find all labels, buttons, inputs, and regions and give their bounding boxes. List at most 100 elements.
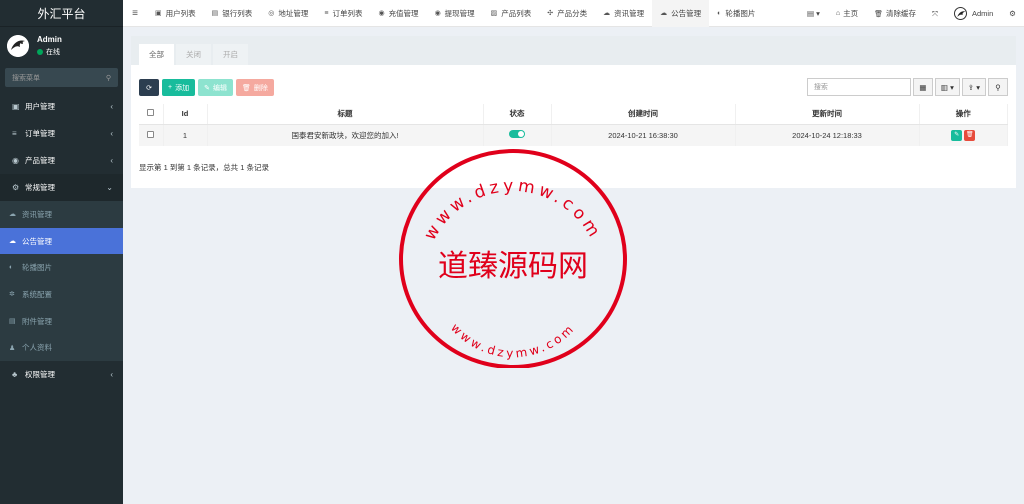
avatar <box>7 35 29 57</box>
add-button[interactable]: + 添加 <box>162 79 196 96</box>
sidebar-item-config[interactable]: ✲ 系统配置 <box>0 281 123 308</box>
tab-label: 资讯管理 <box>614 8 645 18</box>
person-icon: ♟ <box>9 344 16 352</box>
edit-button[interactable]: ✎ 编辑 <box>198 79 233 96</box>
delete-label: 删除 <box>253 84 268 92</box>
columns-button[interactable]: ▥ ▾ <box>934 78 960 96</box>
delete-button[interactable]: 🗑 删除 <box>235 79 274 96</box>
filter-tabs: 全部 关闭 开启 <box>131 36 1016 65</box>
sidebar-item-products[interactable]: ◉ 产品管理 ‹ <box>0 147 123 174</box>
sidebar-item-news[interactable]: ☁ 资讯管理 <box>0 201 123 228</box>
file-icon: ▤ <box>9 318 16 326</box>
sidebar-item-general[interactable]: ⚙ 常规管理 ⌄ <box>0 174 123 201</box>
stamp-bottom-arc-text: www.dzymw.com <box>448 321 578 361</box>
user-status-label: 在线 <box>46 49 60 56</box>
bank-icon: ▤ <box>211 10 219 17</box>
header-created[interactable]: 创建时间 <box>551 104 736 125</box>
header-status[interactable]: 状态 <box>483 104 552 125</box>
admin-menu[interactable]: Admin <box>946 0 1001 27</box>
tab-news[interactable]: ☁ 资讯管理 <box>595 0 652 27</box>
tab-label: 产品分类 <box>557 8 588 18</box>
select-all-checkbox[interactable] <box>147 109 155 117</box>
tab-withdraw[interactable]: ◉ 提现管理 <box>427 0 483 27</box>
add-label: 添加 <box>175 84 190 92</box>
search-icon[interactable]: ⚲ <box>106 74 111 82</box>
cell-status <box>483 124 552 146</box>
product-icon: ◉ <box>12 156 19 165</box>
list-icon: ≡ <box>12 129 17 138</box>
tab-all[interactable]: 全部 <box>139 44 174 65</box>
sidebar-item-label: 轮播图片 <box>22 263 52 273</box>
admin-label: Admin <box>972 9 994 18</box>
tab-announcements[interactable]: ☁ 公告管理 <box>652 0 710 27</box>
settings-icon[interactable]: ⚙ <box>1001 0 1024 27</box>
toolbar: ⟳ + 添加 ✎ 编辑 🗑 删除 <box>139 79 277 96</box>
cloud-upload-icon: ☁ <box>660 10 668 17</box>
cloud-upload-icon: ☁ <box>9 238 16 246</box>
tabs-menu-dropdown[interactable]: ▤ ▾ <box>799 0 828 27</box>
sidebar-item-carousel[interactable]: ◐ 轮播图片 <box>0 254 123 281</box>
tab-product-category[interactable]: ✣ 产品分类 <box>539 0 595 27</box>
trash-icon: 🗑 <box>241 84 251 92</box>
menu-toggle-icon[interactable]: ≡ <box>123 8 147 19</box>
tab-user-list[interactable]: ▣ 用户列表 <box>147 0 204 27</box>
refresh-button[interactable]: ⟳ <box>139 79 159 96</box>
toggle-view-button[interactable]: ▦ <box>912 78 933 96</box>
status-toggle[interactable] <box>509 130 525 139</box>
row-select[interactable] <box>139 124 164 146</box>
tab-bank-list[interactable]: ▤ 银行列表 <box>204 0 261 27</box>
tab-recharge[interactable]: ◉ 充值管理 <box>370 0 426 27</box>
chevron-left-icon: ‹ <box>110 156 113 165</box>
brand-title[interactable]: 外汇平台 <box>0 0 123 27</box>
row-delete-button[interactable]: 🗑 <box>964 130 976 142</box>
sidebar-item-label: 用户管理 <box>25 102 55 111</box>
table-row[interactable]: 1 国泰君安新政块，欢迎您的加入! 2024-10-21 16:38:30 20… <box>139 124 1008 146</box>
row-checkbox[interactable] <box>147 130 155 138</box>
header-id[interactable]: Id <box>163 104 208 125</box>
home-icon: ⌂ <box>835 10 841 17</box>
user-panel: Admin 在线 <box>0 27 123 65</box>
fullscreen-icon[interactable]: ⤧ <box>924 0 946 27</box>
row-edit-button[interactable]: ✎ <box>951 130 963 142</box>
tab-closed[interactable]: 关闭 <box>176 44 211 65</box>
home-link[interactable]: ⌂ 主页 <box>828 0 866 27</box>
clear-cache-label: 清除缓存 <box>886 9 916 18</box>
header-title[interactable]: 标题 <box>207 104 484 125</box>
tab-label: 提现管理 <box>444 8 475 18</box>
gear-icon: ✲ <box>9 291 15 299</box>
cell-title: 国泰君安新政块，欢迎您的加入! <box>207 124 484 146</box>
tab-order-list[interactable]: ≡ 订单列表 <box>316 0 370 27</box>
product-icon: ▨ <box>490 10 498 17</box>
cloud-icon: ☁ <box>603 10 611 17</box>
tab-product-list[interactable]: ▨ 产品列表 <box>483 0 540 27</box>
sidebar-item-profile[interactable]: ♟ 个人资料 <box>0 334 123 361</box>
chevron-down-icon: ⌄ <box>106 183 113 192</box>
user-status: 在线 <box>37 47 62 57</box>
advanced-search-button[interactable]: ⚲ <box>988 78 1008 96</box>
columns-icon: ▥ ▾ <box>940 82 954 92</box>
header-updated[interactable]: 更新时间 <box>735 104 920 125</box>
sidebar-item-label: 资讯管理 <box>22 209 52 219</box>
clear-cache-button[interactable]: 🗑 清除缓存 <box>866 0 924 27</box>
sidebar-item-users[interactable]: ▣ 用户管理 ‹ <box>0 93 123 120</box>
tab-label: 充值管理 <box>388 8 419 18</box>
table-header-row: Id 标题 状态 创建时间 更新时间 操作 <box>139 104 1008 125</box>
tab-open[interactable]: 开启 <box>213 44 248 65</box>
tab-address[interactable]: ◎ 地址管理 <box>260 0 316 27</box>
table-search-input[interactable]: 搜索 <box>806 78 911 96</box>
sidebar-item-announcements[interactable]: ☁ 公告管理 <box>0 227 123 255</box>
refresh-icon: ⟳ <box>146 84 152 92</box>
select-all-header[interactable] <box>139 104 164 125</box>
sidebar-item-permissions[interactable]: ♣ 权限管理 ‹ <box>0 361 123 388</box>
export-button[interactable]: ⇪ ▾ <box>961 78 986 96</box>
search-icon: ⚲ <box>995 82 1001 92</box>
sidebar-item-label: 产品管理 <box>25 156 55 165</box>
sidebar-item-attachments[interactable]: ▤ 附件管理 <box>0 308 123 335</box>
tab-carousel[interactable]: ◐ 轮播图片 <box>709 0 763 27</box>
sidebar-item-orders[interactable]: ≡ 订单管理 ‹ <box>0 120 123 147</box>
announcement-table: Id 标题 状态 创建时间 更新时间 操作 1 国泰君安新政块，欢迎您的加入! … <box>139 104 1008 146</box>
sidebar-search-input[interactable]: 搜索菜单 ⚲ <box>5 68 118 87</box>
chevron-left-icon: ‹ <box>110 129 113 138</box>
tab-label: 产品列表 <box>501 8 532 18</box>
online-dot-icon <box>37 49 43 55</box>
